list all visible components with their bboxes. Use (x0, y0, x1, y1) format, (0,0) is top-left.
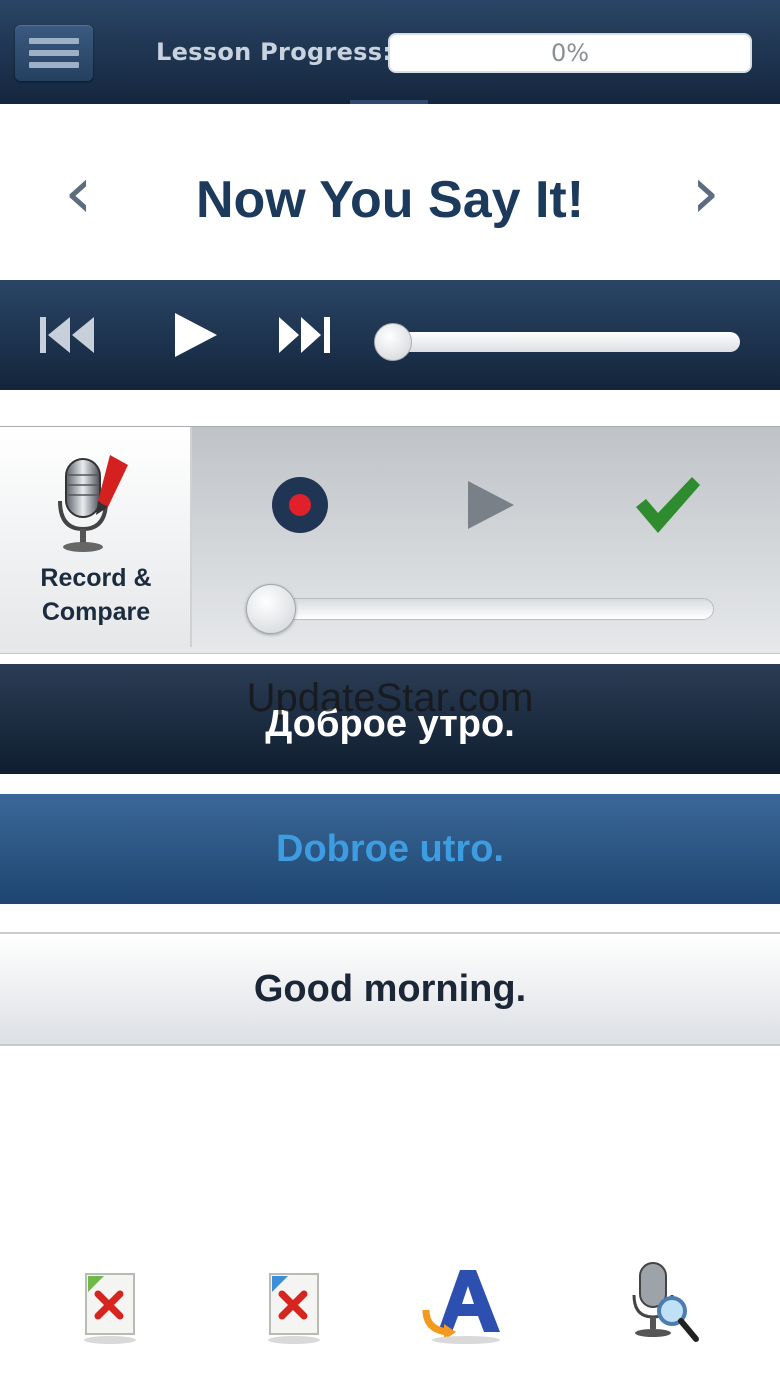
microphone-search-icon (632, 1262, 699, 1342)
chevron-right-icon[interactable]: › (691, 156, 720, 228)
title-area: ‹ Now You Say It! › (0, 104, 780, 280)
skip-back-icon (40, 317, 94, 353)
play-button[interactable] (160, 280, 230, 390)
delete-card-icon (84, 1273, 136, 1344)
play-icon (175, 313, 217, 357)
lesson-progress-value: 0% (550, 39, 590, 67)
phrase-native: Доброе утро. (0, 664, 780, 774)
compare-check-button[interactable] (632, 471, 702, 537)
playback-recording-button[interactable] (462, 477, 522, 533)
recording-seek-track[interactable] (252, 598, 714, 620)
skip-forward-button[interactable] (272, 280, 338, 390)
translate-button[interactable] (416, 1256, 506, 1356)
checkmark-icon (636, 477, 700, 533)
skip-forward-icon (279, 317, 330, 353)
record-button[interactable] (270, 475, 330, 535)
lesson-progress-label: Lesson Progress: (156, 38, 393, 66)
record-compare-label-line2: Compare (41, 598, 151, 626)
skip-back-button[interactable] (30, 280, 106, 390)
menu-icon-line (29, 38, 79, 44)
audio-seek-thumb[interactable] (374, 323, 412, 361)
recording-seek-thumb[interactable] (246, 584, 296, 634)
record-compare-label: Record & Compare (0, 561, 192, 629)
menu-button[interactable] (15, 25, 93, 81)
phrase-native-text: Доброе утро. (265, 702, 515, 745)
delete-list-icon (268, 1273, 320, 1344)
remove-item-button[interactable] (64, 1256, 154, 1356)
menu-icon-line (29, 62, 79, 68)
record-compare-button[interactable]: Record & Compare (0, 427, 192, 647)
phrase-transliteration: Dobroe utro. (0, 794, 780, 904)
record-icon (272, 477, 328, 533)
phrase-transliteration-text: Dobroe utro. (276, 827, 504, 870)
lesson-progress-bar: 0% (388, 33, 752, 73)
menu-icon-line (29, 50, 79, 56)
record-compare-label-line1: Record & (40, 564, 152, 592)
phrase-english: Good morning. (0, 932, 780, 1046)
translate-icon (422, 1270, 500, 1344)
remove-all-button[interactable] (248, 1256, 338, 1356)
play-icon (468, 481, 514, 529)
microphone-icon (58, 455, 128, 552)
page-title: Now You Say It! (195, 171, 585, 229)
phrase-english-text: Good morning. (253, 967, 527, 1010)
voice-search-button[interactable] (614, 1256, 704, 1356)
audio-seek-track[interactable] (378, 332, 740, 352)
top-bar: Lesson Progress: 0% (0, 0, 780, 104)
